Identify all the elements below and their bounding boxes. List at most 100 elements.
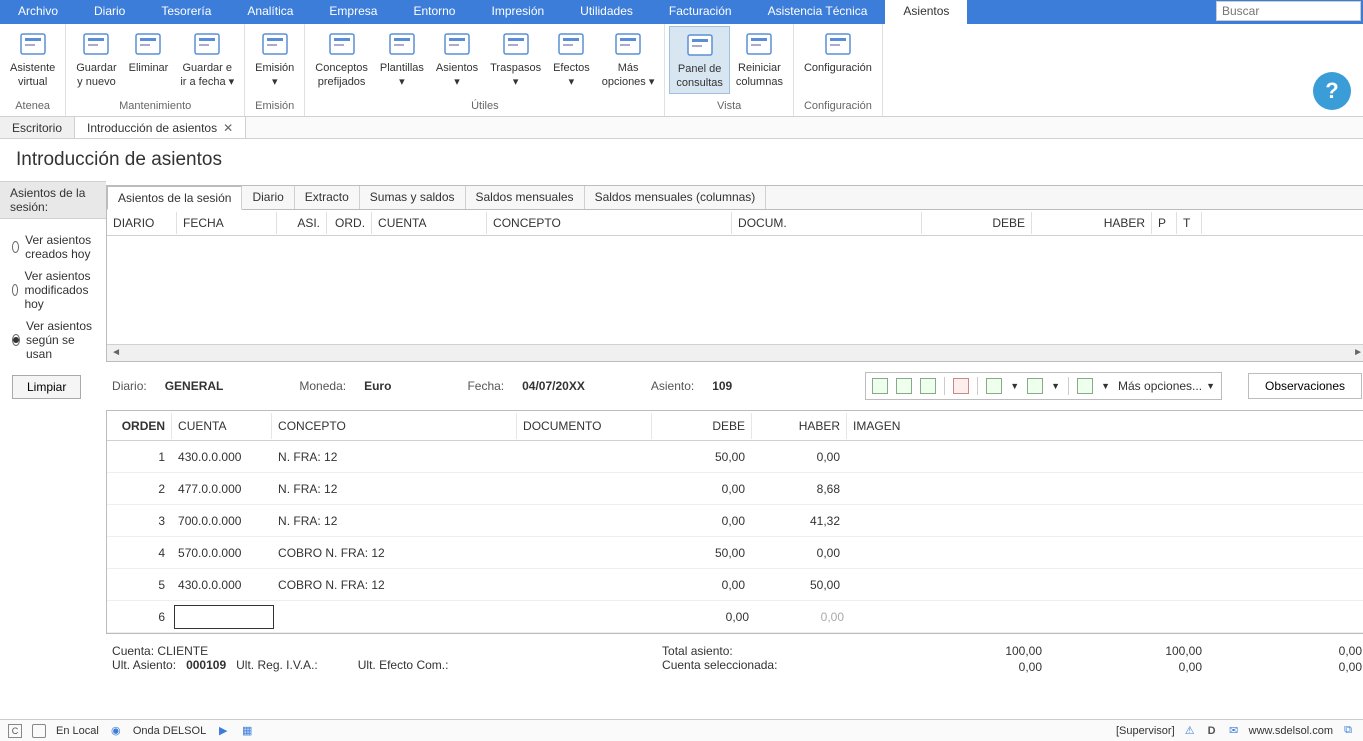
- doc-tab[interactable]: Introducción de asientos✕: [75, 117, 246, 138]
- table-row[interactable]: 2477.0.0.000N. FRA: 120,008,68: [107, 473, 1363, 505]
- grid-col[interactable]: CUENTA: [372, 212, 487, 234]
- search-input[interactable]: [1216, 1, 1361, 21]
- horizontal-scrollbar[interactable]: ◄ ►: [107, 344, 1363, 361]
- grid-col[interactable]: FECHA: [177, 212, 277, 234]
- grid-col[interactable]: HABER: [1032, 212, 1152, 234]
- tool-icon-6[interactable]: [1027, 378, 1043, 394]
- subtab[interactable]: Sumas y saldos: [360, 186, 466, 209]
- grid-col[interactable]: P: [1152, 212, 1177, 234]
- cuenta-input[interactable]: [174, 605, 274, 629]
- fecha-label: Fecha:: [467, 379, 504, 393]
- menu-bar: ArchivoDiarioTesoreríaAnalíticaEmpresaEn…: [0, 0, 1363, 24]
- tool-icon-7[interactable]: [1077, 378, 1093, 394]
- grid-col[interactable]: DEBE: [922, 212, 1032, 234]
- tool-icon-3[interactable]: [920, 378, 936, 394]
- tool-icon-2[interactable]: [896, 378, 912, 394]
- radio-option[interactable]: Ver asientos creados hoy: [12, 229, 94, 265]
- ribbon-icon: [80, 28, 112, 60]
- subtab[interactable]: Saldos mensuales: [466, 186, 585, 209]
- ribbon-btn[interactable]: Guardary nuevo: [70, 26, 122, 92]
- d-icon[interactable]: D: [1205, 724, 1219, 738]
- ribbon-btn[interactable]: Asientos▾: [430, 26, 484, 92]
- ribbon-btn[interactable]: Traspasos▾: [484, 26, 547, 92]
- menu-asistencia técnica[interactable]: Asistencia Técnica: [750, 0, 886, 24]
- more-options-button[interactable]: Más opciones... ▼: [1118, 379, 1215, 393]
- wifi-icon[interactable]: ◉: [109, 724, 123, 738]
- table-row[interactable]: 3700.0.0.000N. FRA: 120,0041,32: [107, 505, 1363, 537]
- radio-option[interactable]: Ver asientos modificados hoy: [12, 265, 94, 315]
- ribbon-icon: [441, 28, 473, 60]
- total-value: 0,00: [882, 660, 1042, 674]
- window-icon[interactable]: ⧉: [1341, 724, 1355, 738]
- menu-tesorería[interactable]: Tesorería: [143, 0, 229, 24]
- grid-col[interactable]: DIARIO: [107, 212, 177, 234]
- col-cuenta[interactable]: CUENTA: [172, 413, 272, 439]
- entry-header: ORDEN CUENTA CONCEPTO DOCUMENTO DEBE HAB…: [107, 411, 1363, 441]
- play-icon[interactable]: ▶: [216, 724, 230, 738]
- col-haber[interactable]: HABER: [752, 413, 847, 439]
- clear-button[interactable]: Limpiar: [12, 375, 81, 399]
- grid-body[interactable]: [107, 236, 1363, 344]
- scroll-left-icon[interactable]: ◄: [109, 346, 123, 360]
- subtab[interactable]: Asientos de la sesión: [107, 186, 242, 210]
- menu-archivo[interactable]: Archivo: [0, 0, 76, 24]
- status-site[interactable]: www.sdelsol.com: [1249, 725, 1333, 737]
- menu-diario[interactable]: Diario: [76, 0, 143, 24]
- menu-analítica[interactable]: Analítica: [229, 0, 311, 24]
- ribbon-btn[interactable]: Panel deconsultas: [669, 26, 729, 94]
- col-debe[interactable]: DEBE: [652, 413, 752, 439]
- status-icon-box[interactable]: [32, 724, 46, 738]
- ribbon-btn[interactable]: Guardar eir a fecha ▾: [174, 26, 240, 92]
- ribbon-btn[interactable]: Efectos▾: [547, 26, 596, 92]
- menu-facturación[interactable]: Facturación: [651, 0, 750, 24]
- tool-icon-5[interactable]: [986, 378, 1002, 394]
- menu-impresión[interactable]: Impresión: [473, 0, 562, 24]
- moneda-value: Euro: [364, 379, 391, 393]
- ribbon-btn[interactable]: Reiniciarcolumnas: [730, 26, 789, 92]
- calendar-icon[interactable]: ▦: [240, 724, 254, 738]
- fecha-value: 04/07/20XX: [522, 379, 585, 393]
- col-documento[interactable]: DOCUMENTO: [517, 413, 652, 439]
- ribbon-btn[interactable]: Conceptosprefijados: [309, 26, 374, 92]
- ribbon-btn[interactable]: Eliminar: [123, 26, 175, 78]
- status-icon-c[interactable]: C: [8, 724, 22, 738]
- radio-icon: [12, 334, 20, 346]
- subtab[interactable]: Saldos mensuales (columnas): [585, 186, 767, 209]
- grid-col[interactable]: DOCUM.: [732, 212, 922, 234]
- doc-tab[interactable]: Escritorio: [0, 117, 75, 138]
- grid-header: DIARIOFECHAASI.ORD.CUENTACONCEPTODOCUM.D…: [107, 210, 1363, 236]
- col-concepto[interactable]: CONCEPTO: [272, 413, 517, 439]
- table-row[interactable]: 4570.0.0.000COBRO N. FRA: 1250,000,00: [107, 537, 1363, 569]
- tool-icon-1[interactable]: [872, 378, 888, 394]
- table-row[interactable]: 60,000,00: [107, 601, 1363, 633]
- observations-button[interactable]: Observaciones: [1248, 373, 1362, 399]
- col-imagen[interactable]: IMAGEN: [847, 413, 1363, 439]
- menu-utilidades[interactable]: Utilidades: [562, 0, 651, 24]
- table-row[interactable]: 1430.0.0.000N. FRA: 1250,000,00: [107, 441, 1363, 473]
- grid-col[interactable]: ORD.: [327, 212, 372, 234]
- grid-col[interactable]: T: [1177, 212, 1202, 234]
- ribbon-btn[interactable]: Asistentevirtual: [4, 26, 61, 92]
- mail-icon[interactable]: ✉: [1227, 724, 1241, 738]
- menu-asientos[interactable]: Asientos: [885, 0, 967, 24]
- ribbon-btn[interactable]: Plantillas▾: [374, 26, 430, 92]
- subtab[interactable]: Diario: [242, 186, 294, 209]
- grid-col[interactable]: CONCEPTO: [487, 212, 732, 234]
- close-icon[interactable]: ✕: [223, 121, 233, 135]
- tool-icon-4[interactable]: [953, 378, 969, 394]
- col-orden[interactable]: ORDEN: [107, 413, 172, 439]
- subtab[interactable]: Extracto: [295, 186, 360, 209]
- diario-value: GENERAL: [165, 379, 224, 393]
- scroll-right-icon[interactable]: ►: [1351, 346, 1363, 360]
- ribbon-btn[interactable]: Emisión▾: [249, 26, 300, 92]
- grid-col[interactable]: ASI.: [277, 212, 327, 234]
- warning-icon[interactable]: ⚠: [1183, 724, 1197, 738]
- ribbon-btn[interactable]: Configuración: [798, 26, 878, 78]
- table-row[interactable]: 5430.0.0.000COBRO N. FRA: 120,0050,00: [107, 569, 1363, 601]
- menu-empresa[interactable]: Empresa: [311, 0, 395, 24]
- radio-option[interactable]: Ver asientos según se usan: [12, 315, 94, 365]
- ribbon-btn[interactable]: Másopciones ▾: [596, 26, 661, 92]
- menu-entorno[interactable]: Entorno: [395, 0, 473, 24]
- ribbon-group-útiles: ConceptosprefijadosPlantillas▾Asientos▾T…: [305, 24, 665, 116]
- help-icon[interactable]: ?: [1313, 72, 1351, 110]
